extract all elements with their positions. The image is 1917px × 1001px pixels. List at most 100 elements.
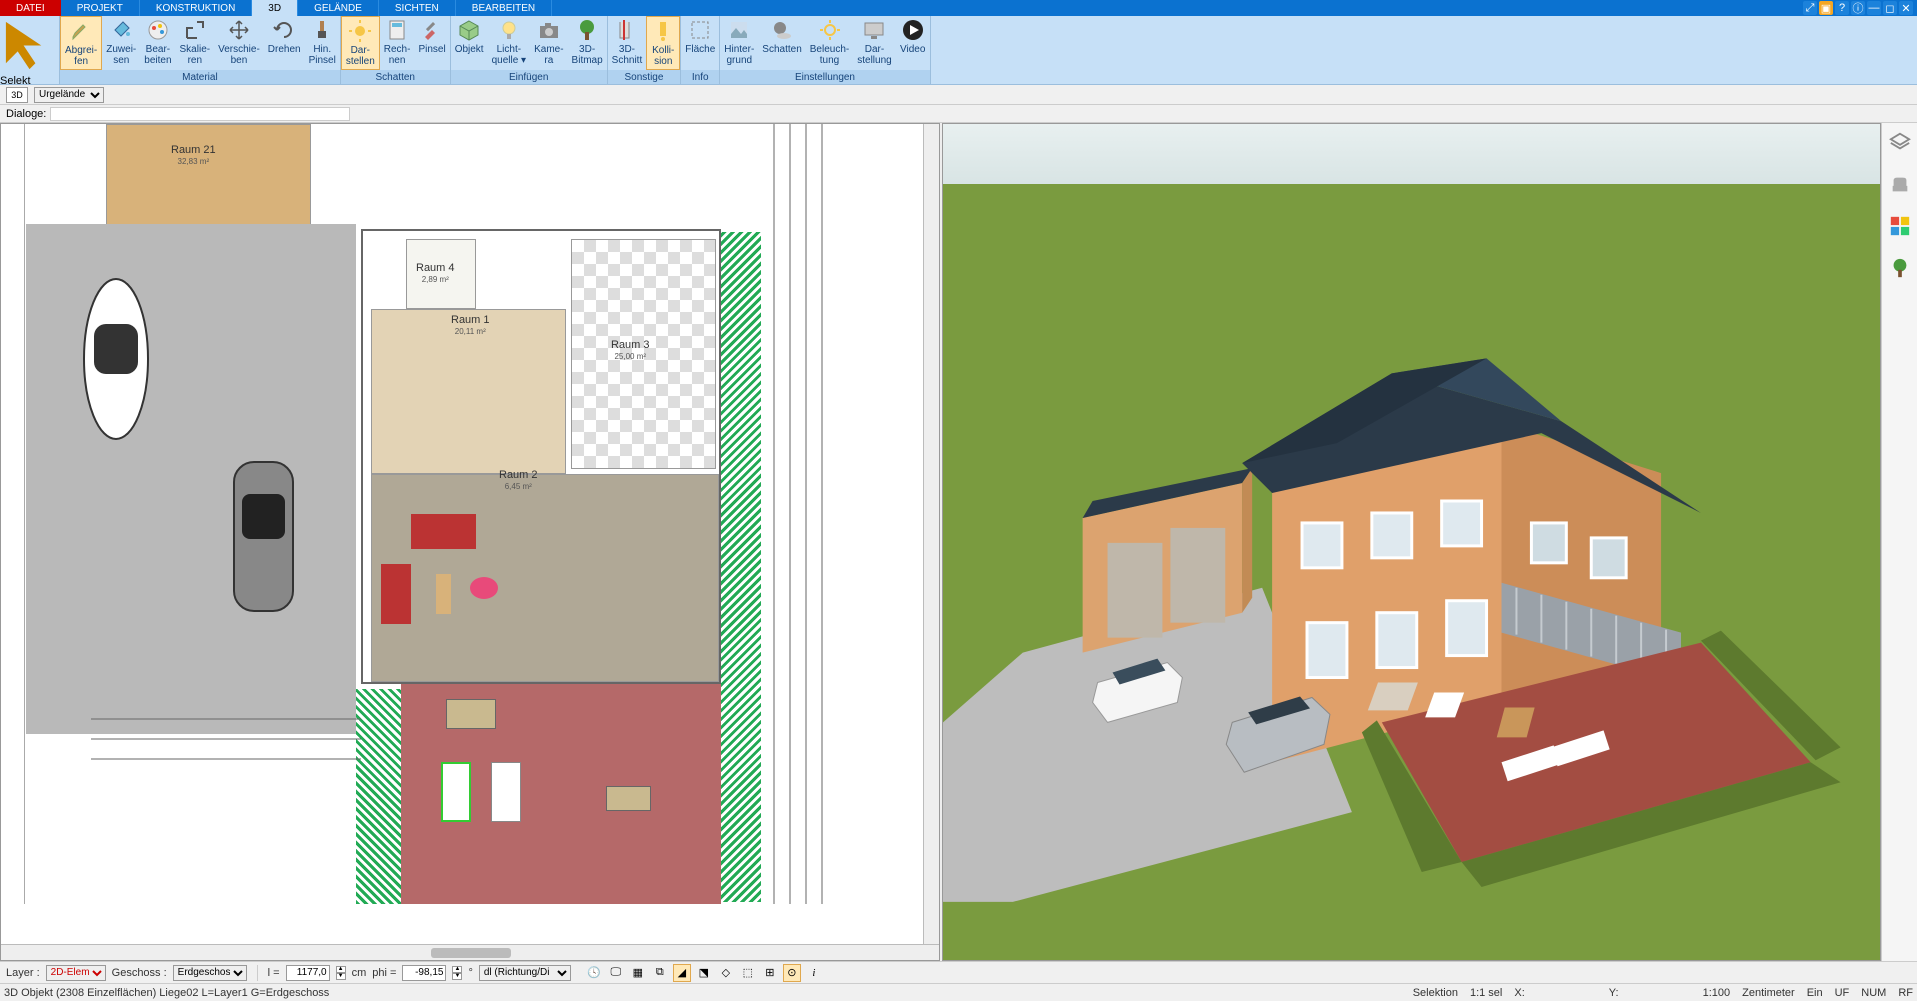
status-x: X: xyxy=(1514,987,1524,999)
sofa-1-icon xyxy=(411,514,476,549)
tree-icon[interactable] xyxy=(1889,257,1911,279)
status-num: NUM xyxy=(1861,987,1886,999)
tab-sichten[interactable]: SICHTEN xyxy=(379,0,456,16)
layers-toggle-icon[interactable]: ⧉ xyxy=(651,964,669,982)
room-2 xyxy=(371,474,719,682)
swatch-icon[interactable] xyxy=(1889,215,1911,237)
ribbon-palette-button[interactable]: Bear- beiten xyxy=(140,16,175,70)
ribbon-item-label: Dar- stellung xyxy=(857,44,891,66)
select-button[interactable]: Selekt xyxy=(0,16,59,87)
scrollbar-h-2d[interactable] xyxy=(1,944,939,960)
view-mode-button[interactable]: 3D xyxy=(6,87,28,103)
cut-icon xyxy=(615,18,639,42)
ribbon-camera-button[interactable]: Kame- ra xyxy=(530,16,567,70)
close-icon[interactable]: ✕ xyxy=(1899,1,1913,15)
ribbon-item-label: Kame- ra xyxy=(534,44,563,66)
bench-icon xyxy=(446,699,496,729)
collision-icon xyxy=(651,19,675,43)
snap-tangent-icon[interactable]: ⬚ xyxy=(739,964,757,982)
terrain-select[interactable]: Urgelände xyxy=(34,87,104,103)
move-icon xyxy=(227,18,251,42)
snap-mid-icon[interactable]: ⬔ xyxy=(695,964,713,982)
rotate-icon xyxy=(272,18,296,42)
group-icon[interactable]: ▦ xyxy=(629,964,647,982)
l-input[interactable] xyxy=(286,965,330,981)
ribbon-light-button[interactable]: Beleuch- tung xyxy=(806,16,853,70)
monitor-icon[interactable]: 🖵 xyxy=(607,964,625,982)
tab-projekt[interactable]: PROJEKT xyxy=(61,0,140,16)
ortho-icon[interactable]: ⊙ xyxy=(783,964,801,982)
palette-icon xyxy=(146,18,170,42)
ribbon-move-button[interactable]: Verschie- ben xyxy=(214,16,264,70)
tab-datei[interactable]: DATEI xyxy=(0,0,61,16)
clock-icon[interactable]: 🕓 xyxy=(585,964,603,982)
ribbon-rotate-button[interactable]: Drehen xyxy=(264,16,305,70)
ribbon-calc-button[interactable]: Rech- nen xyxy=(380,16,415,70)
main-area: Raum 2132,83 m² Raum 42,89 m² Raum 120,1… xyxy=(0,123,1917,961)
direction-select[interactable]: dl (Richtung/Di xyxy=(479,965,571,981)
furniture-icon[interactable] xyxy=(1889,173,1911,195)
cube-icon xyxy=(457,18,481,42)
phi-input[interactable] xyxy=(402,965,446,981)
grid-icon[interactable]: ⊞ xyxy=(761,964,779,982)
ribbon-brush2-button[interactable]: Pinsel xyxy=(414,16,449,70)
scrollbar-v-2d[interactable] xyxy=(923,124,939,960)
ribbon-eyedropper-button[interactable]: Abgrei- fen xyxy=(60,16,102,70)
ribbon-collision-button[interactable]: Kolli- sion xyxy=(646,16,680,70)
window-icon[interactable]: ▣ xyxy=(1819,1,1833,15)
dialog-input[interactable] xyxy=(50,107,350,121)
minimize-icon[interactable]: — xyxy=(1867,1,1881,15)
dim-bottom xyxy=(91,704,361,774)
ribbon-item-label: Kolli- sion xyxy=(652,45,674,67)
lounger-2-icon xyxy=(491,762,521,822)
help-icon[interactable]: ? xyxy=(1835,1,1849,15)
group-material-label: Material xyxy=(60,70,340,84)
status-y: Y: xyxy=(1609,987,1619,999)
l-spinner[interactable]: ▲▼ xyxy=(336,966,346,980)
phi-spinner[interactable]: ▲▼ xyxy=(452,966,462,980)
viewport-3d[interactable] xyxy=(942,123,1882,961)
ribbon-bucket-button[interactable]: Zuwei- sen xyxy=(102,16,140,70)
snap-endpoint-icon[interactable]: ◢ xyxy=(673,964,691,982)
layers-icon[interactable] xyxy=(1889,131,1911,153)
info-toggle-icon[interactable]: i xyxy=(805,964,823,982)
ribbon-bulb-button[interactable]: Licht- quelle ▾ xyxy=(488,16,531,70)
layer-select[interactable]: 2D-Elemen xyxy=(46,965,106,981)
small-table-icon xyxy=(606,786,651,811)
status-uf: UF xyxy=(1835,987,1850,999)
ribbon-cut-button[interactable]: 3D- Schnitt xyxy=(608,16,647,70)
group-info-label: Info xyxy=(681,70,719,84)
ribbon-brush-button[interactable]: Hin. Pinsel xyxy=(305,16,340,70)
tab-konstruktion[interactable]: KONSTRUKTION xyxy=(140,0,252,16)
status-rf: RF xyxy=(1898,987,1913,999)
info-icon[interactable]: ⓘ xyxy=(1851,1,1865,15)
tab-bearbeiten[interactable]: BEARBEITEN xyxy=(456,0,552,16)
dialog-bar: Dialoge: xyxy=(0,105,1917,123)
maximize-icon[interactable]: ◻ xyxy=(1883,1,1897,15)
ribbon-cube-button[interactable]: Objekt xyxy=(451,16,488,70)
ribbon-area-button[interactable]: Fläche xyxy=(681,16,719,70)
tab-3d[interactable]: 3D xyxy=(252,0,298,16)
tree-icon xyxy=(575,18,599,42)
room-3-label: Raum 325,00 m² xyxy=(611,339,650,362)
viewport-2d[interactable]: Raum 2132,83 m² Raum 42,89 m² Raum 120,1… xyxy=(0,123,940,961)
ribbon-bg-button[interactable]: Hinter- grund xyxy=(720,16,758,70)
video-icon xyxy=(901,18,925,42)
geschoss-select[interactable]: Erdgeschos xyxy=(173,965,247,981)
ribbon-sun-button[interactable]: Dar- stellen xyxy=(341,16,380,70)
ribbon-item-label: Beleuch- tung xyxy=(810,44,849,66)
tab-gelaende[interactable]: GELÄNDE xyxy=(298,0,379,16)
calc-icon xyxy=(385,18,409,42)
resize-icon[interactable]: ⤢ xyxy=(1803,1,1817,15)
l-label: l = xyxy=(268,967,280,979)
ribbon-shadow-button[interactable]: Schatten xyxy=(758,16,805,70)
ribbon-scale-button[interactable]: Skalie- ren xyxy=(176,16,215,70)
scene-3d xyxy=(943,124,1880,902)
ribbon-video-button[interactable]: Video xyxy=(896,16,930,70)
snap-icons: 🕓 🖵 ▦ ⧉ ◢ ⬔ ◇ ⬚ ⊞ ⊙ i xyxy=(585,964,823,982)
ribbon-tree-button[interactable]: 3D- Bitmap xyxy=(568,16,607,70)
ribbon-display-button[interactable]: Dar- stellung xyxy=(853,16,895,70)
title-bar-buttons: ⤢ ▣ ? ⓘ — ◻ ✕ xyxy=(1803,0,1917,16)
shadow-icon xyxy=(770,18,794,42)
snap-perp-icon[interactable]: ◇ xyxy=(717,964,735,982)
